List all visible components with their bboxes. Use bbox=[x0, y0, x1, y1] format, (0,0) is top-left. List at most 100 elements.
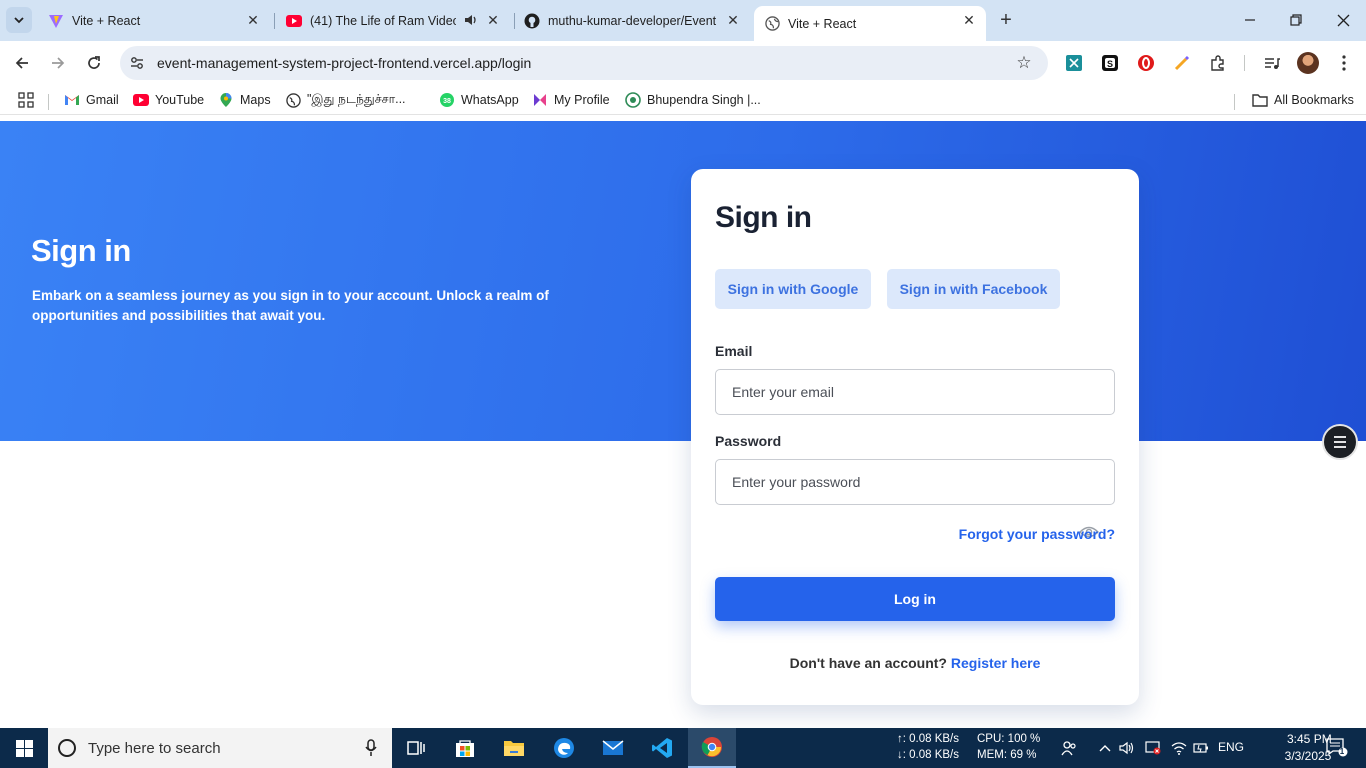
bookmark-youtube[interactable]: YouTube bbox=[133, 91, 204, 109]
media-control-icon[interactable] bbox=[1262, 53, 1282, 73]
profile-icon bbox=[532, 92, 548, 108]
email-field[interactable] bbox=[715, 369, 1115, 415]
language-indicator[interactable]: ENG bbox=[1218, 740, 1244, 755]
network-download-speed: ↓: 0.08 KB/s bbox=[897, 749, 960, 761]
tab-github[interactable]: muthu-kumar-developer/Event ✕ bbox=[518, 0, 750, 41]
tab-vite-react-1[interactable]: Vite + React ✕ bbox=[40, 0, 270, 41]
taskbar-search-text: Type here to search bbox=[88, 739, 221, 757]
bookmark-whatsapp[interactable]: 38 WhatsApp bbox=[439, 91, 519, 109]
bookmark-star-icon[interactable]: ☆ bbox=[1014, 53, 1034, 73]
bookmark-label: WhatsApp bbox=[461, 93, 519, 107]
tab-search-button[interactable] bbox=[6, 7, 32, 33]
microsoft-store-icon[interactable] bbox=[441, 728, 489, 768]
tab-strip: Vite + React ✕ (41) The Life of Ram Vide… bbox=[0, 0, 1366, 41]
bookmark-gmail[interactable]: Gmail bbox=[64, 91, 119, 109]
forgot-password-link[interactable]: Forgot your password? bbox=[959, 526, 1115, 542]
edge-icon[interactable] bbox=[540, 728, 588, 768]
chevron-down-icon bbox=[14, 17, 24, 24]
login-button[interactable]: Log in bbox=[715, 577, 1115, 621]
close-icon[interactable]: ✕ bbox=[246, 12, 260, 28]
close-icon[interactable]: ✕ bbox=[726, 12, 740, 28]
bookmark-bhupendra[interactable]: Bhupendra Singh |... bbox=[625, 91, 761, 109]
bookmarks-divider bbox=[48, 94, 49, 110]
bookmark-label: Bhupendra Singh |... bbox=[647, 93, 761, 107]
task-view-icon[interactable] bbox=[392, 728, 440, 768]
bookmark-label: YouTube bbox=[155, 93, 205, 107]
tab-youtube[interactable]: (41) The Life of Ram Video S ✕ bbox=[278, 0, 510, 41]
taskbar-search-box[interactable]: Type here to search bbox=[48, 728, 392, 768]
bookmark-tamil-site[interactable]: "இது நடந்துச்சா... bbox=[285, 91, 406, 109]
svg-text:S: S bbox=[1107, 59, 1113, 69]
password-label: Password bbox=[715, 433, 782, 449]
maps-icon bbox=[218, 92, 234, 108]
hero-description: Embark on a seamless journey as you sign… bbox=[32, 288, 549, 323]
register-question: Don't have an account? bbox=[789, 655, 947, 671]
vscode-icon[interactable] bbox=[638, 728, 686, 768]
github-icon bbox=[524, 13, 540, 29]
tab-title: (41) The Life of Ram Video S bbox=[310, 13, 456, 28]
back-icon[interactable] bbox=[10, 51, 34, 75]
wifi-icon[interactable] bbox=[1170, 739, 1188, 757]
file-explorer-icon[interactable] bbox=[490, 728, 538, 768]
url-text: event-management-system-project-frontend… bbox=[157, 55, 532, 71]
volume-icon[interactable] bbox=[1118, 739, 1136, 757]
close-icon[interactable]: ✕ bbox=[486, 12, 500, 28]
new-tab-button[interactable]: + bbox=[996, 10, 1016, 31]
register-prompt: Don't have an account? Register here bbox=[691, 655, 1139, 671]
windows-taskbar: Type here to search ↑: 0.08 KB/s ↓: 0.08… bbox=[0, 728, 1366, 768]
google-signin-button[interactable]: Sign in with Google bbox=[715, 269, 871, 309]
minimize-icon[interactable] bbox=[1240, 10, 1260, 30]
memory-usage: MEM: 69 % bbox=[977, 749, 1037, 761]
chrome-icon[interactable] bbox=[688, 728, 736, 768]
chevron-up-icon[interactable] bbox=[1096, 739, 1114, 757]
microphone-icon[interactable] bbox=[364, 739, 378, 757]
clock-time[interactable]: 3:45 PM bbox=[1287, 732, 1332, 747]
bookmark-my-profile[interactable]: My Profile bbox=[532, 91, 610, 109]
mail-icon[interactable] bbox=[589, 728, 637, 768]
register-link[interactable]: Register here bbox=[951, 655, 1040, 671]
floating-menu-button[interactable] bbox=[1322, 424, 1358, 460]
vite-icon bbox=[48, 13, 64, 29]
globe-icon bbox=[764, 16, 780, 32]
login-page: Sign in Embark on a seamless journey as … bbox=[0, 121, 1366, 728]
bookmark-label: "இது நடந்துச்சா... bbox=[307, 92, 406, 106]
hero-title: Sign in bbox=[31, 233, 131, 268]
battery-plug-icon[interactable] bbox=[1192, 739, 1210, 757]
windows-start-icon[interactable] bbox=[0, 728, 48, 768]
globe-icon bbox=[285, 92, 301, 108]
cpu-usage: CPU: 100 % bbox=[977, 733, 1041, 745]
security-alert-icon[interactable] bbox=[1144, 739, 1162, 757]
notifications-icon[interactable] bbox=[1324, 738, 1350, 757]
extension-pen-icon[interactable] bbox=[1172, 53, 1192, 73]
svg-text:38: 38 bbox=[443, 98, 451, 105]
search-icon bbox=[58, 739, 76, 757]
facebook-signin-button[interactable]: Sign in with Facebook bbox=[887, 269, 1060, 309]
password-field[interactable] bbox=[715, 459, 1115, 505]
speaker-icon[interactable] bbox=[464, 13, 478, 27]
menu-dots-icon[interactable] bbox=[1334, 53, 1354, 73]
avatar[interactable] bbox=[1297, 52, 1319, 74]
bookmarks-bar: Gmail YouTube Maps "இது நடந்துச்சா... 38… bbox=[0, 85, 1366, 115]
reload-icon[interactable] bbox=[82, 51, 106, 75]
all-bookmarks[interactable]: All Bookmarks bbox=[1252, 91, 1354, 109]
restore-icon[interactable] bbox=[1286, 10, 1306, 30]
tab-vite-react-active[interactable]: Vite + React ✕ bbox=[754, 6, 986, 41]
tab-separator bbox=[274, 13, 275, 29]
apps-grid-icon[interactable] bbox=[18, 91, 34, 109]
bookmark-label: Maps bbox=[240, 93, 271, 107]
extension-teal-icon[interactable] bbox=[1064, 53, 1084, 73]
menu-lines-icon bbox=[1334, 436, 1346, 448]
network-upload-speed: ↑: 0.08 KB/s bbox=[897, 733, 960, 745]
people-icon[interactable] bbox=[1060, 739, 1078, 757]
bookmark-maps[interactable]: Maps bbox=[218, 91, 271, 109]
close-icon[interactable]: ✕ bbox=[962, 12, 976, 28]
forward-icon[interactable] bbox=[46, 51, 70, 75]
extension-s-icon[interactable]: S bbox=[1100, 53, 1120, 73]
site-settings-icon[interactable] bbox=[128, 54, 146, 72]
bookmarks-divider bbox=[1234, 94, 1235, 110]
extension-red-icon[interactable] bbox=[1136, 53, 1156, 73]
tab-separator bbox=[514, 13, 515, 29]
close-window-icon[interactable] bbox=[1333, 10, 1353, 30]
address-bar[interactable]: event-management-system-project-frontend… bbox=[120, 46, 1048, 80]
extensions-puzzle-icon[interactable] bbox=[1208, 53, 1228, 73]
